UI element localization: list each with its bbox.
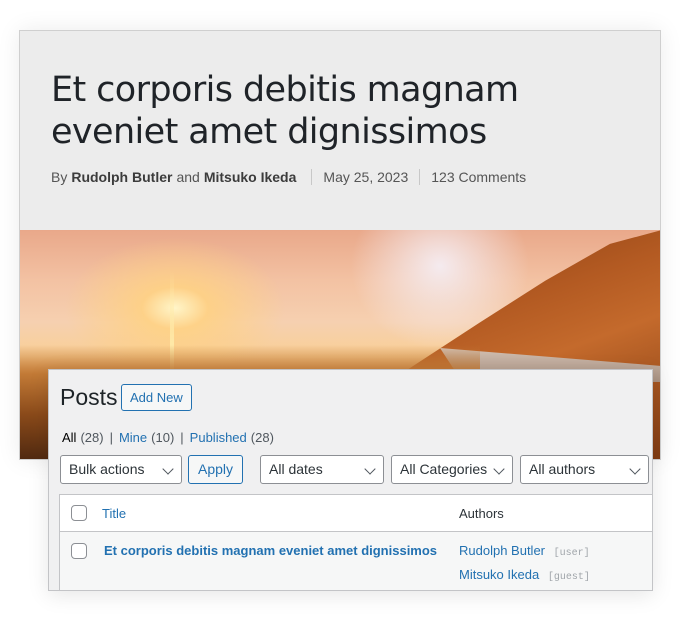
filter-separator: | — [109, 430, 113, 445]
bulk-actions-select[interactable]: Bulk actions — [60, 455, 182, 484]
filter-mine-count: (10) — [151, 430, 175, 445]
article-date: May 25, 2023 — [323, 169, 409, 185]
row-checkbox[interactable] — [71, 543, 87, 559]
article-meta: By Rudolph Butler and Mitsuko Ikeda May … — [51, 169, 526, 185]
posts-table: Title Authors Et corporis debitis magnam… — [59, 494, 652, 590]
column-authors: Authors — [459, 506, 504, 521]
categories-filter-select[interactable]: All Categories — [391, 455, 513, 484]
chevron-down-icon — [364, 463, 376, 475]
author-role: [user] — [553, 548, 590, 559]
filter-published-count: (28) — [250, 430, 274, 445]
article-author-2[interactable]: Mitsuko Ikeda — [204, 169, 297, 185]
add-new-button[interactable]: Add New — [121, 384, 192, 411]
authors-filter-value: All authors — [529, 461, 596, 477]
column-title[interactable]: Title — [102, 506, 126, 521]
dates-filter-value: All dates — [269, 461, 323, 477]
chevron-down-icon — [493, 463, 505, 475]
meta-divider — [311, 169, 313, 185]
table-header: Title Authors — [60, 495, 652, 532]
chevron-down-icon — [162, 463, 174, 475]
filter-all-count: (28) — [80, 430, 104, 445]
table-row: Et corporis debitis magnam eveniet amet … — [60, 532, 652, 590]
author-entry: Rudolph Butler [user] — [459, 543, 590, 559]
article-title: Et corporis debitis magnam eveniet amet … — [51, 70, 519, 152]
dates-filter-select[interactable]: All dates — [260, 455, 384, 484]
article-author-1[interactable]: Rudolph Butler — [71, 169, 172, 185]
categories-filter-value: All Categories — [400, 461, 488, 477]
posts-admin-panel: Posts Add New All (28) | Mine (10) | Pub… — [48, 369, 653, 591]
post-status-filters: All (28) | Mine (10) | Published (28) — [62, 430, 274, 445]
author-entry: Mitsuko Ikeda [guest] — [459, 567, 590, 583]
chevron-down-icon — [629, 463, 641, 475]
apply-button[interactable]: Apply — [188, 455, 243, 484]
author-link[interactable]: Rudolph Butler — [459, 543, 545, 558]
select-all-checkbox[interactable] — [71, 505, 87, 521]
filter-separator: | — [180, 430, 184, 445]
post-title-link[interactable]: Et corporis debitis magnam eveniet amet … — [104, 543, 437, 558]
filter-all[interactable]: All — [62, 430, 76, 445]
and-label: and — [176, 169, 200, 185]
by-label: By — [51, 169, 68, 185]
filter-mine[interactable]: Mine — [119, 430, 147, 445]
author-role: [guest] — [547, 572, 590, 583]
page-title: Posts — [60, 384, 118, 410]
authors-filter-select[interactable]: All authors — [520, 455, 649, 484]
author-link[interactable]: Mitsuko Ikeda — [459, 567, 539, 582]
filter-published[interactable]: Published — [190, 430, 247, 445]
bulk-actions-value: Bulk actions — [69, 461, 145, 477]
article-comments-count[interactable]: 123 Comments — [431, 169, 526, 185]
meta-divider — [419, 169, 421, 185]
